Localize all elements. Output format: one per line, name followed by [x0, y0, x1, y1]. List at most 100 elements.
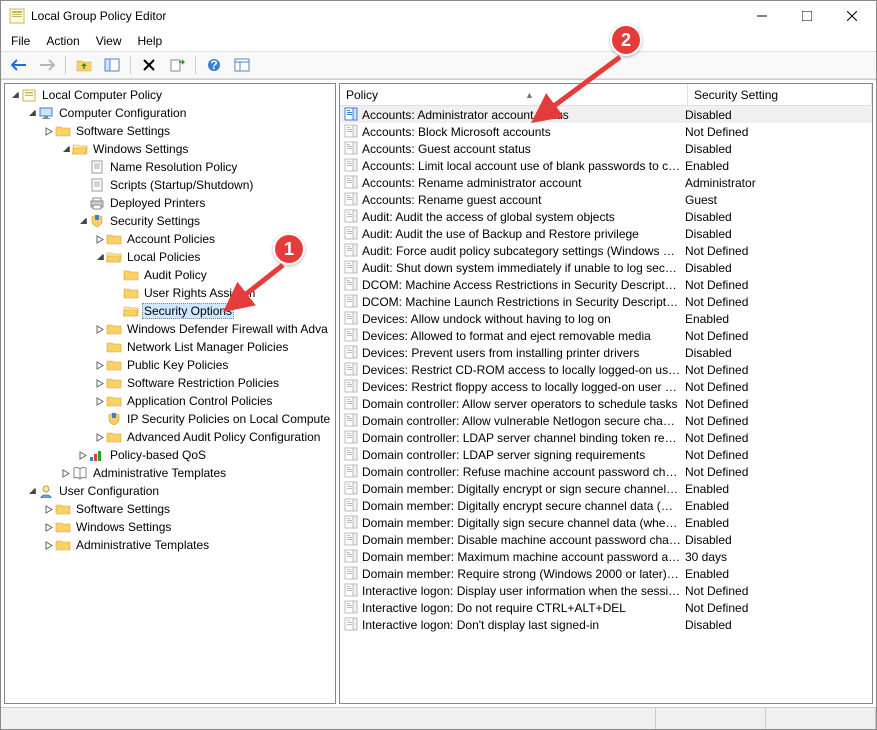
tree-software-restriction[interactable]: Software Restriction Policies: [5, 374, 335, 392]
titlebar[interactable]: Local Group Policy Editor: [1, 1, 876, 31]
expand-icon[interactable]: [26, 109, 38, 118]
column-setting[interactable]: Security Setting: [688, 84, 872, 105]
expand-icon[interactable]: [43, 541, 55, 550]
tree-app-control[interactable]: Application Control Policies: [5, 392, 335, 410]
policy-row[interactable]: Domain controller: Allow server operator…: [340, 395, 872, 412]
tree-deployed-printers[interactable]: Deployed Printers: [5, 194, 335, 212]
expand-icon[interactable]: [43, 127, 55, 136]
policy-row[interactable]: Domain member: Digitally encrypt secure …: [340, 497, 872, 514]
tree-user-config[interactable]: User Configuration: [5, 482, 335, 500]
tree-advanced-audit[interactable]: Advanced Audit Policy Configuration: [5, 428, 335, 446]
policy-row[interactable]: Audit: Force audit policy subcategory se…: [340, 242, 872, 259]
forward-button[interactable]: [35, 54, 59, 76]
close-button[interactable]: [829, 1, 874, 31]
policy-row[interactable]: Accounts: Rename administrator account A…: [340, 174, 872, 191]
expand-icon[interactable]: [9, 91, 21, 100]
tree-windows-settings[interactable]: Windows Settings: [5, 140, 335, 158]
expand-icon[interactable]: [94, 433, 106, 442]
up-button[interactable]: [72, 54, 96, 76]
policy-setting: Not Defined: [685, 125, 872, 139]
tree-node-icon: [106, 429, 122, 445]
maximize-button[interactable]: [784, 1, 829, 31]
column-policy[interactable]: Policy▲: [340, 84, 688, 105]
tree-software-settings2[interactable]: Software Settings: [5, 500, 335, 518]
expand-icon[interactable]: [60, 145, 72, 154]
tree-software-settings[interactable]: Software Settings: [5, 122, 335, 140]
tree-pane[interactable]: Local Computer Policy Computer Configura…: [4, 83, 336, 704]
tree-node-icon: [106, 393, 122, 409]
help-button[interactable]: ?: [202, 54, 226, 76]
policy-row[interactable]: Devices: Allowed to format and eject rem…: [340, 327, 872, 344]
policy-row[interactable]: Domain member: Maximum machine account p…: [340, 548, 872, 565]
policy-name: Domain member: Maximum machine account p…: [362, 550, 685, 564]
policy-row[interactable]: Audit: Audit the use of Backup and Resto…: [340, 225, 872, 242]
back-button[interactable]: [7, 54, 31, 76]
tree-qos[interactable]: Policy-based QoS: [5, 446, 335, 464]
list-pane[interactable]: Policy▲ Security Setting Accounts: Admin…: [339, 83, 873, 704]
tree-computer-config[interactable]: Computer Configuration: [5, 104, 335, 122]
menu-view[interactable]: View: [96, 34, 122, 48]
policy-row[interactable]: Interactive logon: Do not require CTRL+A…: [340, 599, 872, 616]
delete-button[interactable]: [137, 54, 161, 76]
policy-row[interactable]: DCOM: Machine Launch Restrictions in Sec…: [340, 293, 872, 310]
tree-ipsec[interactable]: IP Security Policies on Local Compute: [5, 410, 335, 428]
tree-windows-settings2[interactable]: Windows Settings: [5, 518, 335, 536]
expand-icon[interactable]: [94, 361, 106, 370]
tree-security-settings[interactable]: Security Settings: [5, 212, 335, 230]
policy-row[interactable]: Accounts: Rename guest account Guest: [340, 191, 872, 208]
policy-row[interactable]: Interactive logon: Display user informat…: [340, 582, 872, 599]
policy-row[interactable]: Domain controller: Refuse machine accoun…: [340, 463, 872, 480]
policy-row[interactable]: Domain member: Digitally sign secure cha…: [340, 514, 872, 531]
policy-row[interactable]: Domain controller: LDAP server signing r…: [340, 446, 872, 463]
menu-file[interactable]: File: [11, 34, 30, 48]
policy-setting: Disabled: [685, 108, 872, 122]
policy-row[interactable]: Audit: Audit the access of global system…: [340, 208, 872, 225]
tree-root[interactable]: Local Computer Policy: [5, 86, 335, 104]
tree-scripts[interactable]: Scripts (Startup/Shutdown): [5, 176, 335, 194]
expand-icon[interactable]: [77, 217, 89, 226]
policy-row[interactable]: Domain member: Disable machine account p…: [340, 531, 872, 548]
minimize-button[interactable]: [739, 1, 784, 31]
policy-icon: [343, 345, 359, 361]
expand-icon[interactable]: [43, 523, 55, 532]
menu-action[interactable]: Action: [46, 34, 79, 48]
tree-public-key[interactable]: Public Key Policies: [5, 356, 335, 374]
policy-name: Audit: Audit the use of Backup and Resto…: [362, 227, 685, 241]
tree-admin-templates2[interactable]: Administrative Templates: [5, 536, 335, 554]
policy-row[interactable]: Interactive logon: Don't display last si…: [340, 616, 872, 633]
expand-icon[interactable]: [60, 469, 72, 478]
policy-row[interactable]: Domain member: Require strong (Windows 2…: [340, 565, 872, 582]
policy-row[interactable]: Accounts: Guest account status Disabled: [340, 140, 872, 157]
policy-setting: Enabled: [685, 516, 872, 530]
policy-row[interactable]: Devices: Restrict floppy access to local…: [340, 378, 872, 395]
policy-row[interactable]: Domain controller: LDAP server channel b…: [340, 429, 872, 446]
policy-icon: [343, 226, 359, 242]
expand-icon[interactable]: [94, 235, 106, 244]
expand-icon[interactable]: [94, 397, 106, 406]
expand-icon[interactable]: [43, 505, 55, 514]
expand-icon[interactable]: [94, 379, 106, 388]
menu-help[interactable]: Help: [138, 34, 163, 48]
policy-name: Domain controller: Refuse machine accoun…: [362, 465, 685, 479]
policy-row[interactable]: Audit: Shut down system immediately if u…: [340, 259, 872, 276]
policy-row[interactable]: Devices: Restrict CD-ROM access to local…: [340, 361, 872, 378]
expand-icon[interactable]: [26, 487, 38, 496]
properties-button[interactable]: [230, 54, 254, 76]
tree-network-list[interactable]: Network List Manager Policies: [5, 338, 335, 356]
policy-row[interactable]: Domain member: Digitally encrypt or sign…: [340, 480, 872, 497]
export-button[interactable]: [165, 54, 189, 76]
expand-icon[interactable]: [77, 451, 89, 460]
policy-row[interactable]: DCOM: Machine Access Restrictions in Sec…: [340, 276, 872, 293]
tree-node-icon: [89, 159, 105, 175]
tree-name-resolution[interactable]: Name Resolution Policy: [5, 158, 335, 176]
policy-row[interactable]: Domain controller: Allow vulnerable Netl…: [340, 412, 872, 429]
policy-row[interactable]: Devices: Allow undock without having to …: [340, 310, 872, 327]
policy-row[interactable]: Accounts: Limit local account use of bla…: [340, 157, 872, 174]
tree-admin-templates[interactable]: Administrative Templates: [5, 464, 335, 482]
policy-setting: Not Defined: [685, 431, 872, 445]
expand-icon[interactable]: [94, 325, 106, 334]
policy-row[interactable]: Devices: Prevent users from installing p…: [340, 344, 872, 361]
expand-icon[interactable]: [94, 253, 106, 262]
show-hide-tree-button[interactable]: [100, 54, 124, 76]
policy-setting: Disabled: [685, 261, 872, 275]
